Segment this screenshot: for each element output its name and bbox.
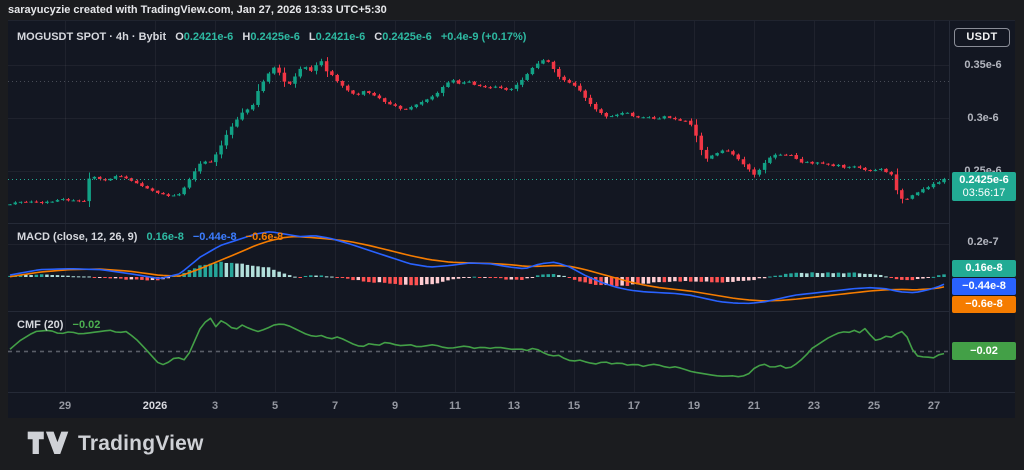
macd-hist-value: 0.16e-8 bbox=[146, 231, 184, 243]
bar-countdown: 03:56:17 bbox=[962, 187, 1006, 199]
time-axis-label: 23 bbox=[807, 400, 821, 412]
low-value: 0.2421e-6 bbox=[315, 31, 366, 43]
macd-line-value: −0.44e-8 bbox=[192, 231, 237, 243]
time-axis-label: 17 bbox=[627, 400, 641, 412]
tradingview-logo[interactable]: TradingView bbox=[27, 430, 204, 457]
time-axis-label: 2026 bbox=[142, 400, 168, 412]
macd-title[interactable]: MACD (close, 12, 26, 9) bbox=[17, 231, 137, 243]
time-axis-label: 11 bbox=[449, 400, 461, 412]
price-axis-label: 0.35e-6 bbox=[964, 59, 1002, 71]
time-axis-label: 21 bbox=[747, 400, 761, 412]
symbol-title[interactable]: MOGUSDT SPOT · 4h · Bybit bbox=[17, 31, 166, 43]
time-axis-label: 19 bbox=[687, 400, 701, 412]
cmf-value: −0.02 bbox=[72, 319, 101, 331]
macd-signal-badge: −0.6e-8 bbox=[952, 296, 1016, 313]
cmf-legend[interactable]: CMF (20) −0.02 bbox=[17, 319, 100, 331]
symbol-legend[interactable]: MOGUSDT SPOT · 4h · Bybit O0.2421e-6 H0.… bbox=[17, 31, 526, 43]
price-axis-label: 0.3e-6 bbox=[967, 112, 999, 124]
time-axis-label: 27 bbox=[927, 400, 941, 412]
last-price-badge: 0.2425e-6 03:56:17 bbox=[952, 172, 1016, 201]
last-price-value: 0.2425e-6 bbox=[959, 174, 1009, 186]
price-axis-label: 0.2e-7 bbox=[967, 236, 999, 248]
low-label: L bbox=[308, 31, 316, 43]
cmf-title[interactable]: CMF (20) bbox=[17, 319, 63, 331]
tradingview-snapshot: sarayucyzie created with TradingView.com… bbox=[0, 0, 1024, 470]
time-axis[interactable]: 29 2026 3 5 7 9 11 13 15 17 19 21 23 25 27 bbox=[8, 392, 1015, 420]
time-axis-label: 29 bbox=[58, 400, 72, 412]
macd-line-badge: −0.44e-8 bbox=[952, 278, 1016, 295]
chart-canvas[interactable] bbox=[8, 21, 949, 392]
time-axis-label: 25 bbox=[867, 400, 881, 412]
tradingview-wordmark: TradingView bbox=[78, 431, 204, 455]
chart-panel: MOGUSDT SPOT · 4h · Bybit O0.2421e-6 H0.… bbox=[8, 20, 1016, 420]
open-value: 0.2421e-6 bbox=[183, 31, 234, 43]
time-axis-label: 13 bbox=[507, 400, 521, 412]
macd-legend[interactable]: MACD (close, 12, 26, 9) 0.16e-8 −0.44e-8… bbox=[17, 231, 283, 243]
tradingview-logo-icon bbox=[27, 430, 69, 457]
macd-hist-badge: 0.16e-8 bbox=[952, 260, 1016, 277]
bottom-bar: TradingView bbox=[0, 418, 1024, 470]
time-axis-label: 7 bbox=[331, 400, 339, 412]
currency-toggle-button[interactable]: USDT bbox=[954, 28, 1010, 47]
close-value: 0.2425e-6 bbox=[382, 31, 432, 43]
high-value: 0.2425e-6 bbox=[250, 31, 300, 43]
open-label: O bbox=[175, 31, 184, 43]
time-axis-label: 9 bbox=[391, 400, 399, 412]
price-axis[interactable]: USDT 0.35e-6 0.3e-6 0.25e-6 0.2e-7 0.2425e-… bbox=[949, 21, 1016, 392]
cmf-badge: −0.02 bbox=[952, 342, 1016, 360]
macd-signal-value: −0.6e-8 bbox=[245, 231, 284, 243]
time-axis-label: 3 bbox=[211, 400, 219, 412]
change-value: +0.4e-9 (+0.17%) bbox=[440, 31, 527, 43]
time-axis-label: 15 bbox=[567, 400, 581, 412]
time-axis-label: 5 bbox=[271, 400, 279, 412]
attribution-text: sarayucyzie created with TradingView.com… bbox=[8, 4, 387, 16]
